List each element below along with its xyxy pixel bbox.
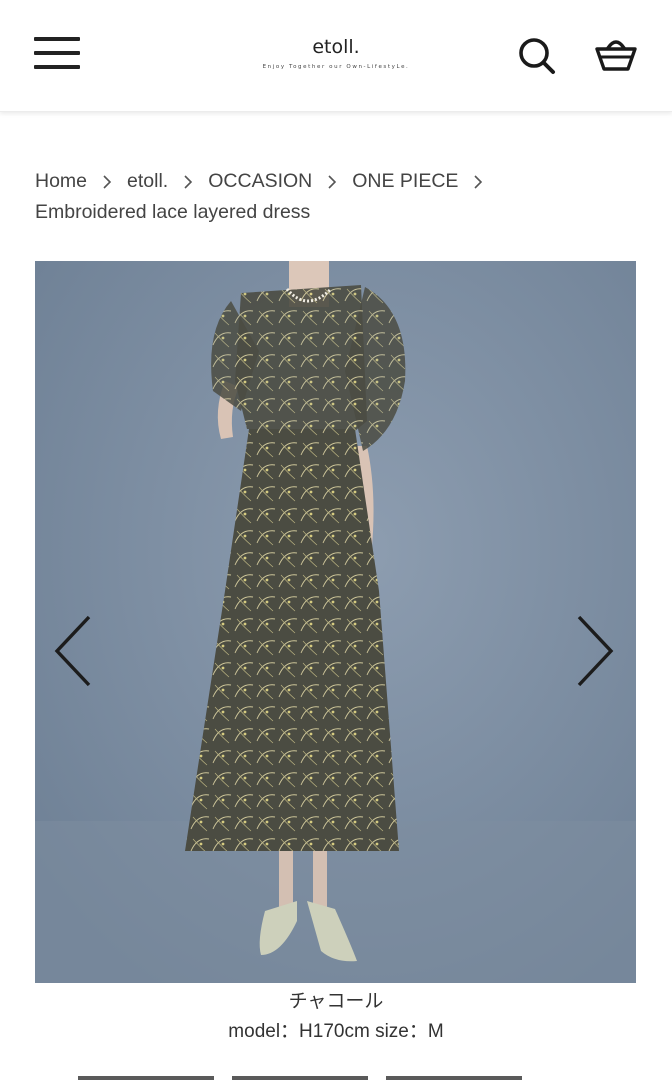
logo-tagline: Enjoy Together our Own-LifestyLe.: [262, 64, 410, 70]
gallery-prev-button[interactable]: [49, 611, 99, 691]
hamburger-menu-icon[interactable]: [34, 36, 80, 70]
site-header: etoll. Enjoy Together our Own-LifestyLe.: [0, 0, 672, 112]
menu-line: [34, 37, 80, 41]
breadcrumb-current: Embroidered lace layered dress: [35, 201, 311, 223]
breadcrumb-row: Home etoll. OCCASION ONE PIECE: [35, 166, 645, 197]
model-info: model：H170cm size：M: [228, 1021, 444, 1042]
chevron-left-icon: [54, 615, 91, 687]
breadcrumb-brand[interactable]: etoll.: [127, 166, 168, 197]
image-caption: チャコール model：H170cm size：M: [0, 988, 672, 1046]
logo-name: etoll.: [312, 36, 360, 58]
chevron-right-icon: [87, 166, 127, 197]
shopping-basket-icon[interactable]: [594, 36, 638, 76]
breadcrumb-occasion[interactable]: OCCASION: [208, 166, 312, 197]
menu-line: [34, 51, 80, 55]
product-photo: [35, 261, 636, 983]
search-icon[interactable]: [514, 34, 558, 78]
product-image-gallery[interactable]: [35, 261, 636, 983]
breadcrumb-one-piece[interactable]: ONE PIECE: [352, 166, 458, 197]
chevron-right-icon: [577, 615, 614, 687]
breadcrumb-home[interactable]: Home: [35, 166, 87, 197]
thumbnail[interactable]: [78, 1076, 214, 1080]
thumbnail[interactable]: [232, 1076, 368, 1080]
breadcrumb: Home etoll. OCCASION ONE PIECE Embroider…: [35, 166, 645, 228]
site-logo[interactable]: etoll. Enjoy Together our Own-LifestyLe.: [236, 36, 436, 70]
thumbnail-strip: [78, 1076, 598, 1080]
chevron-right-icon: [458, 166, 498, 197]
thumbnail[interactable]: [386, 1076, 522, 1080]
chevron-right-icon: [312, 166, 352, 197]
color-name: チャコール: [288, 990, 384, 1012]
gallery-next-button[interactable]: [571, 611, 621, 691]
menu-line: [34, 65, 80, 69]
chevron-right-icon: [168, 166, 208, 197]
